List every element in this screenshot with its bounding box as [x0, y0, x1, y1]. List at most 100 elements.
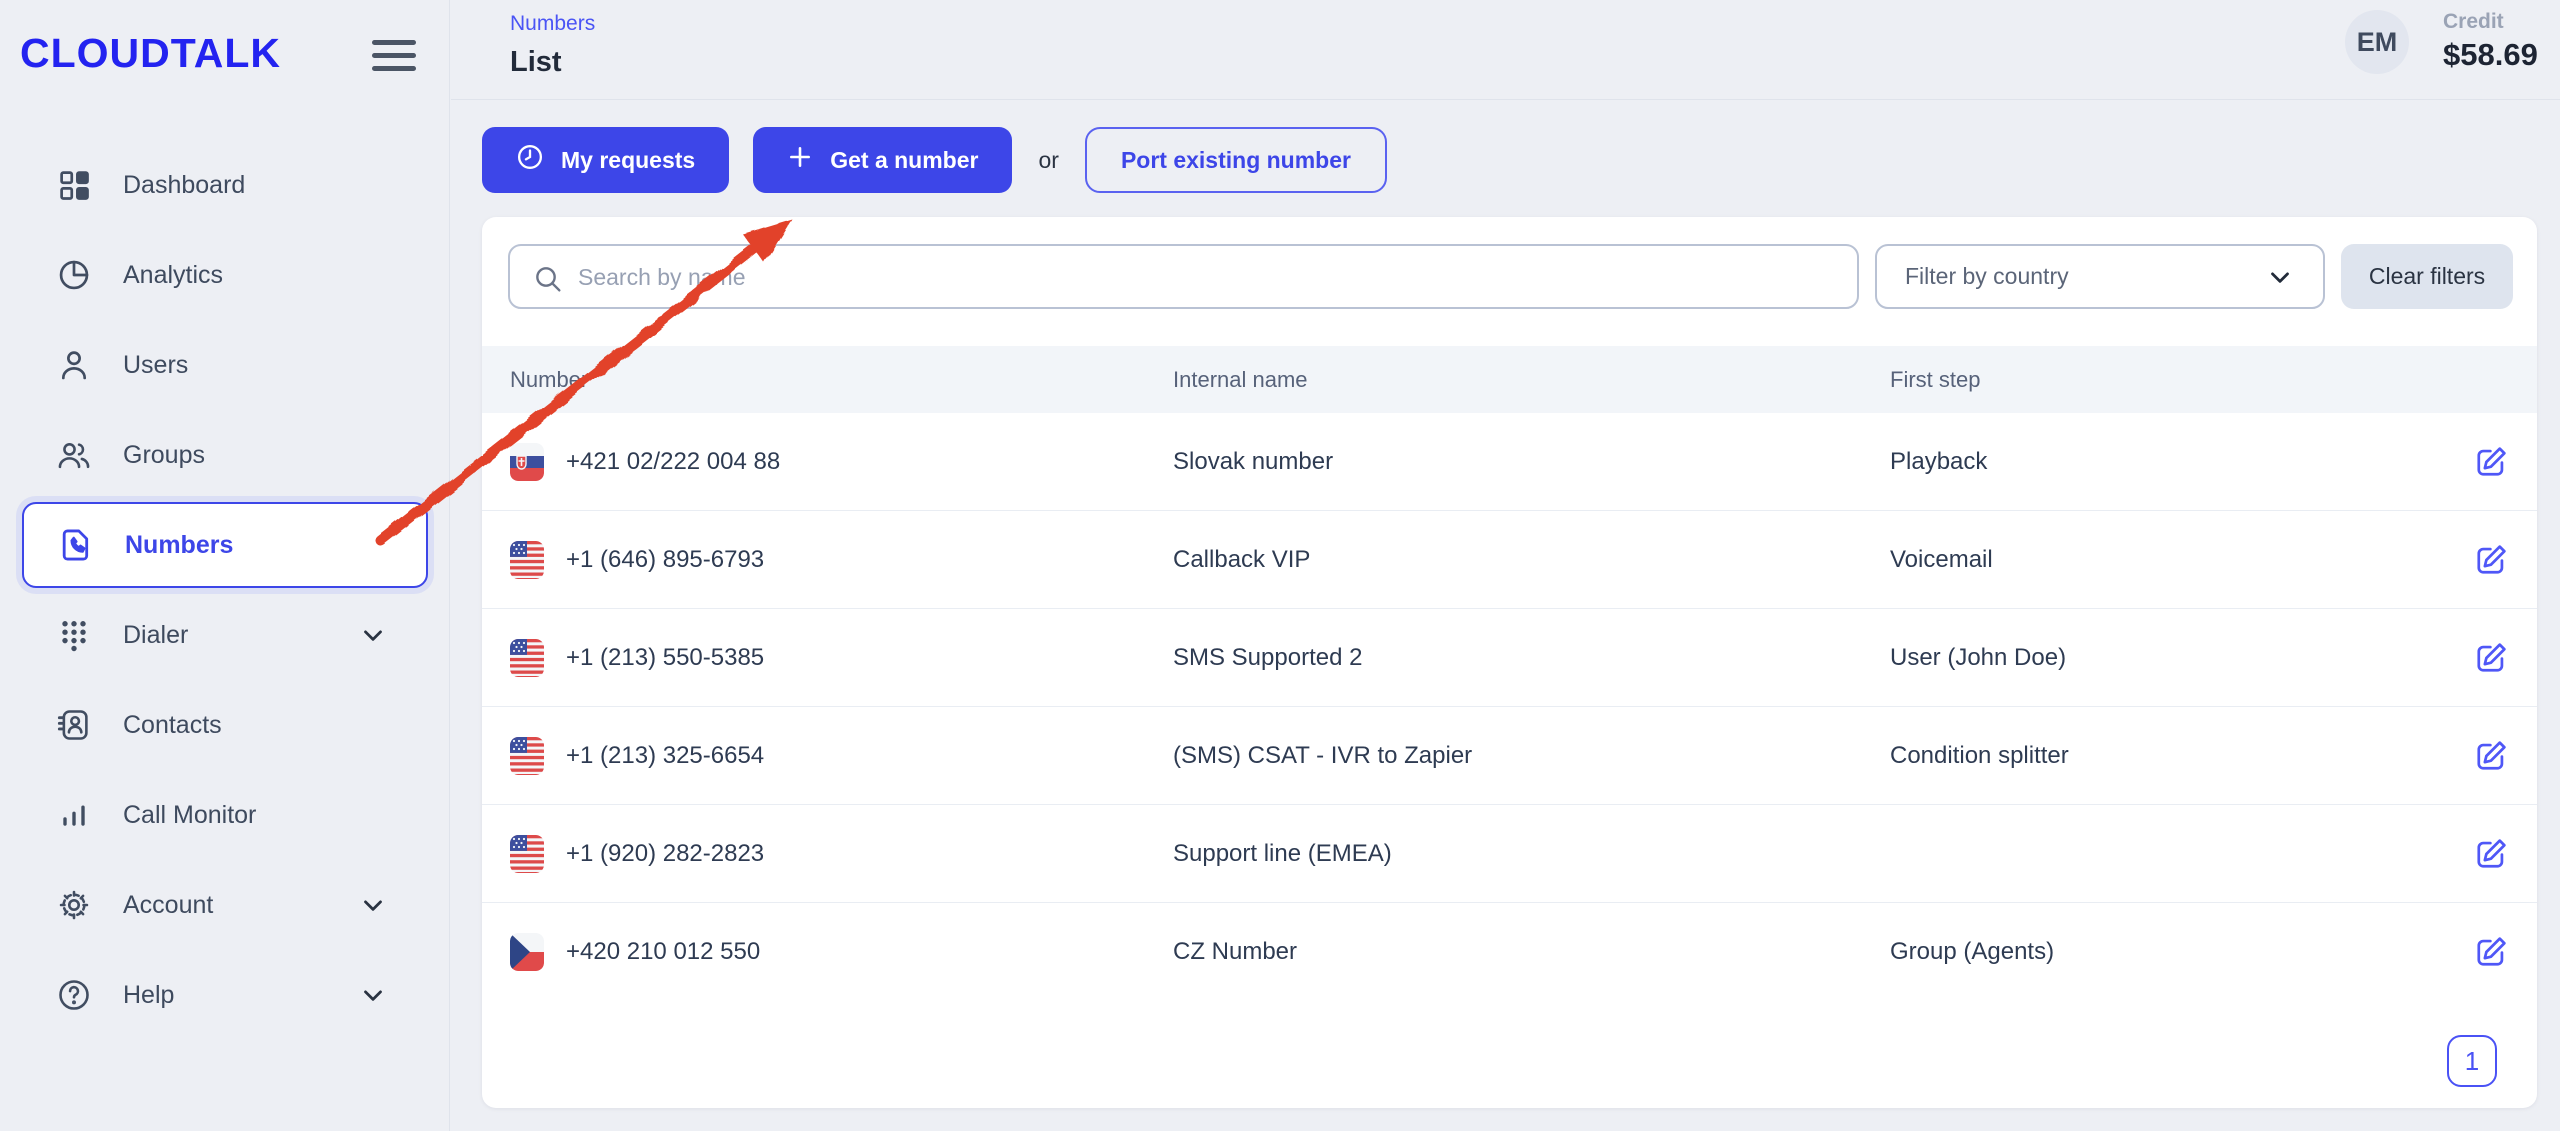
- sidebar-item-users[interactable]: Users: [0, 320, 450, 410]
- us-flag-icon: [510, 835, 544, 873]
- number-cell: +420 210 012 550: [510, 933, 1173, 971]
- users-icon: [55, 436, 93, 474]
- user-icon: [55, 346, 93, 384]
- number-cell: +421 02/222 004 88: [510, 443, 1173, 481]
- edit-number-button[interactable]: [2473, 542, 2509, 578]
- edit-number-button[interactable]: [2473, 934, 2509, 970]
- numbers-card: Filter by country Clear filters Number I…: [482, 217, 2537, 1108]
- us-flag-icon: [510, 639, 544, 677]
- column-header-number: Number: [510, 367, 1173, 393]
- help-icon: [55, 976, 93, 1014]
- search-icon: [532, 263, 564, 300]
- my-requests-button[interactable]: My requests: [482, 127, 729, 193]
- filter-row: Filter by country Clear filters: [508, 244, 2513, 309]
- table-row: +421 02/222 004 88 Slovak numberPlayback: [482, 413, 2537, 511]
- pagination-page-1[interactable]: 1: [2447, 1035, 2497, 1087]
- credit-value: $58.69: [2443, 37, 2538, 73]
- first-step-cell: Group (Agents): [1890, 938, 2429, 966]
- cloudtalk-numbers-page: CLOUDTALK Dashboard Analytics Users Groups N…: [0, 0, 2560, 1131]
- phone-number: +1 (920) 282-2823: [566, 840, 764, 868]
- table-row: +1 (213) 325-6654 (SMS) CSAT - IVR to Zap…: [482, 707, 2537, 805]
- port-existing-number-button[interactable]: Port existing number: [1085, 127, 1387, 193]
- sidebar-item-contacts[interactable]: Contacts: [0, 680, 450, 770]
- edit-icon: [2473, 958, 2509, 973]
- search-box: [508, 244, 1859, 309]
- sidebar-item-label: Users: [123, 351, 188, 380]
- page-title: List: [510, 46, 562, 79]
- pie-chart-icon: [55, 256, 93, 294]
- sidebar-item-label: Dialer: [123, 621, 188, 650]
- phone-number: +1 (646) 895-6793: [566, 546, 764, 574]
- contacts-icon: [55, 706, 93, 744]
- search-input[interactable]: [576, 246, 1847, 309]
- table-header: Number Internal name First step: [482, 346, 2537, 413]
- sidebar-item-label: Dashboard: [123, 171, 245, 200]
- edit-number-button[interactable]: [2473, 640, 2509, 676]
- dialer-icon: [55, 616, 93, 654]
- first-step-cell: Playback: [1890, 448, 2429, 476]
- bar-chart-icon: [55, 796, 93, 834]
- number-cell: +1 (646) 895-6793: [510, 541, 1173, 579]
- sidebar-nav: Dashboard Analytics Users Groups Numbers Dial…: [0, 140, 450, 1040]
- table-row: +1 (920) 282-2823 Support line (EMEA): [482, 805, 2537, 903]
- sidebar-item-groups[interactable]: Groups: [0, 410, 450, 500]
- country-filter-select[interactable]: Filter by country: [1875, 244, 2325, 309]
- sidebar-item-help[interactable]: Help: [0, 950, 450, 1040]
- phone-number: +421 02/222 004 88: [566, 448, 780, 476]
- grid-icon: [55, 166, 93, 204]
- chevron-down-icon[interactable]: [358, 890, 388, 920]
- number-cell: +1 (213) 550-5385: [510, 639, 1173, 677]
- cloudtalk-logo[interactable]: CLOUDTALK: [20, 30, 281, 77]
- sidebar-item-account[interactable]: Account: [0, 860, 450, 950]
- or-text: or: [1038, 147, 1058, 174]
- clear-filters-button[interactable]: Clear filters: [2341, 244, 2513, 309]
- internal-name-cell: Slovak number: [1173, 448, 1890, 476]
- get-a-number-button[interactable]: Get a number: [753, 127, 1012, 193]
- internal-name-cell: Callback VIP: [1173, 546, 1890, 574]
- first-step-cell: User (John Doe): [1890, 644, 2429, 672]
- gear-icon: [55, 886, 93, 924]
- chevron-down-icon[interactable]: [358, 620, 388, 650]
- sidebar-item-dialer[interactable]: Dialer: [0, 590, 450, 680]
- edit-icon: [2473, 566, 2509, 581]
- phone-number: +1 (213) 550-5385: [566, 644, 764, 672]
- edit-icon: [2473, 762, 2509, 777]
- chevron-down-icon: [2265, 262, 2295, 292]
- sk-flag-icon: [510, 443, 544, 481]
- column-header-first-step: First step: [1890, 367, 2429, 393]
- us-flag-icon: [510, 737, 544, 775]
- internal-name-cell: CZ Number: [1173, 938, 1890, 966]
- chevron-down-icon[interactable]: [358, 980, 388, 1010]
- avatar[interactable]: EM: [2345, 10, 2409, 74]
- sidebar-item-label: Account: [123, 891, 213, 920]
- clock-icon: [516, 143, 544, 177]
- sidebar: CLOUDTALK Dashboard Analytics Users Groups N…: [0, 0, 450, 1131]
- internal-name-cell: (SMS) CSAT - IVR to Zapier: [1173, 742, 1890, 770]
- edit-number-button[interactable]: [2473, 444, 2509, 480]
- sidebar-item-call-monitor[interactable]: Call Monitor: [0, 770, 450, 860]
- breadcrumb[interactable]: Numbers: [510, 12, 595, 36]
- credit-widget: Credit $58.69: [2443, 10, 2538, 73]
- phone-number: +420 210 012 550: [566, 938, 760, 966]
- sidebar-item-dashboard[interactable]: Dashboard: [0, 140, 450, 230]
- credit-label: Credit: [2443, 10, 2538, 34]
- internal-name-cell: SMS Supported 2: [1173, 644, 1890, 672]
- sidebar-item-label: Numbers: [125, 531, 233, 560]
- us-flag-icon: [510, 541, 544, 579]
- cz-flag-icon: [510, 933, 544, 971]
- sidebar-item-label: Call Monitor: [123, 801, 256, 830]
- edit-number-button[interactable]: [2473, 738, 2509, 774]
- sidebar-item-numbers[interactable]: Numbers: [22, 502, 428, 588]
- first-step-cell: Condition splitter: [1890, 742, 2429, 770]
- edit-number-button[interactable]: [2473, 836, 2509, 872]
- sidebar-item-label: Contacts: [123, 711, 222, 740]
- table-row: +1 (213) 550-5385 SMS Supported 2User (Jo…: [482, 609, 2537, 707]
- sidebar-item-analytics[interactable]: Analytics: [0, 230, 450, 320]
- phone-number: +1 (213) 325-6654: [566, 742, 764, 770]
- internal-name-cell: Support line (EMEA): [1173, 840, 1890, 868]
- plus-icon: [787, 144, 813, 176]
- sidebar-item-label: Analytics: [123, 261, 223, 290]
- edit-icon: [2473, 860, 2509, 875]
- edit-icon: [2473, 664, 2509, 679]
- hamburger-menu-icon[interactable]: [372, 40, 416, 71]
